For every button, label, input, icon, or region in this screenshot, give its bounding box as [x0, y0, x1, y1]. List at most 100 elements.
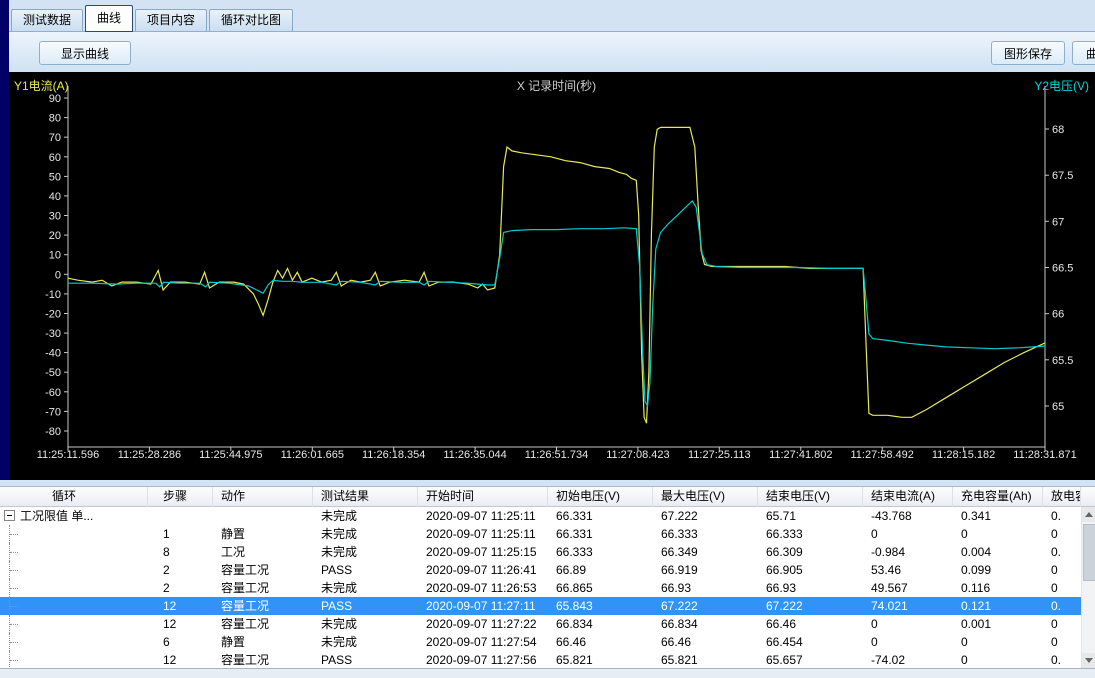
cell: 0.001	[953, 615, 1043, 633]
arrow-down-icon	[1085, 658, 1093, 663]
cell: 0.	[1043, 507, 1081, 525]
cell: 2020-09-07 11:25:11	[418, 507, 548, 525]
column-header[interactable]: 充电容量(Ah)	[953, 487, 1043, 507]
column-header[interactable]: 结束电流(A)	[863, 487, 953, 507]
svg-text:11:25:44.975: 11:25:44.975	[199, 449, 262, 461]
svg-text:60: 60	[49, 152, 61, 164]
tab-测试数据[interactable]: 测试数据	[11, 9, 83, 31]
table-body: 工况限值 单...未完成2020-09-07 11:25:1166.33167.…	[0, 507, 1095, 668]
column-header[interactable]: 循环	[0, 487, 148, 507]
tab-项目内容[interactable]: 项目内容	[135, 9, 207, 31]
chart-plot-area[interactable]: 9080706050403020100-10-20-30-40-50-60-70…	[9, 72, 1095, 480]
svg-text:-20: -20	[45, 309, 61, 321]
cell: 1	[148, 525, 213, 543]
cell: 2020-09-07 11:27:22	[418, 615, 548, 633]
cell: 65.657	[758, 651, 863, 668]
svg-text:11:28:15.182: 11:28:15.182	[932, 449, 995, 461]
cell: 66.46	[548, 633, 653, 651]
table-row[interactable]: 12容量工况未完成2020-09-07 11:27:2266.83466.834…	[0, 615, 1095, 633]
column-header[interactable]: 最大电压(V)	[653, 487, 758, 507]
cell	[0, 597, 148, 615]
results-table: 循环步骤动作测试结果开始时间初始电压(V)最大电压(V)结束电压(V)结束电流(…	[0, 486, 1095, 668]
table-row[interactable]: 2容量工况PASS2020-09-07 11:26:4166.8966.9196…	[0, 561, 1095, 579]
cell: 66.309	[758, 543, 863, 561]
cell: 容量工况	[213, 651, 313, 668]
cell: 65.821	[548, 651, 653, 668]
column-header[interactable]: 开始时间	[418, 487, 548, 507]
tree-connector	[10, 570, 18, 571]
cell: 未完成	[313, 507, 418, 525]
svg-text:-10: -10	[45, 289, 61, 301]
column-header[interactable]: 动作	[213, 487, 313, 507]
collapse-icon[interactable]	[4, 510, 15, 521]
cell: PASS	[313, 597, 418, 615]
table-row[interactable]: 8工况未完成2020-09-07 11:25:1566.33366.34966.…	[0, 543, 1095, 561]
cell	[0, 561, 148, 579]
tab-曲线[interactable]: 曲线	[85, 5, 133, 32]
cell: 未完成	[313, 615, 418, 633]
cell: 67.222	[653, 507, 758, 525]
svg-text:30: 30	[49, 211, 61, 223]
column-header[interactable]: 测试结果	[313, 487, 418, 507]
cell: -43.768	[863, 507, 953, 525]
table-row[interactable]: 12容量工况PASS2020-09-07 11:27:1165.84367.22…	[0, 597, 1095, 615]
cell: 0	[863, 525, 953, 543]
svg-text:-60: -60	[45, 387, 61, 399]
table-row[interactable]: 2容量工况未完成2020-09-07 11:26:5366.86566.9366…	[0, 579, 1095, 597]
cell	[0, 633, 148, 651]
cell: 66.834	[653, 615, 758, 633]
column-header[interactable]: 放电容	[1043, 487, 1081, 507]
cell: 0	[1043, 615, 1081, 633]
cell: 0.	[1043, 651, 1081, 668]
table-row[interactable]: 6静置未完成2020-09-07 11:27:5466.4666.4666.45…	[0, 633, 1095, 651]
column-header[interactable]: 结束电压(V)	[758, 487, 863, 507]
save-graph-button[interactable]: 图形保存	[991, 41, 1065, 65]
cell: -0.984	[863, 543, 953, 561]
cell: 工况限值 单...	[0, 507, 148, 525]
svg-text:10: 10	[49, 250, 61, 262]
svg-text:Y2电压(V): Y2电压(V)	[1034, 79, 1089, 93]
table-row[interactable]: 工况限值 单...未完成2020-09-07 11:25:1166.33167.…	[0, 507, 1095, 525]
cell: 65.821	[653, 651, 758, 668]
table-row[interactable]: 12容量工况PASS2020-09-07 11:27:5665.82165.82…	[0, 651, 1095, 668]
tab-循环对比图[interactable]: 循环对比图	[209, 9, 293, 31]
cell: 65.71	[758, 507, 863, 525]
cell: 容量工况	[213, 561, 313, 579]
column-header[interactable]: 步骤	[148, 487, 213, 507]
cell: 0.116	[953, 579, 1043, 597]
cell: 2020-09-07 11:27:11	[418, 597, 548, 615]
clipped-save-curve-button[interactable]: 曲	[1072, 41, 1095, 65]
toolbar: 显示曲线 图形保存 曲	[9, 32, 1095, 72]
scroll-up-button[interactable]	[1082, 507, 1095, 522]
svg-text:40: 40	[49, 191, 61, 203]
column-header[interactable]: 初始电压(V)	[548, 487, 653, 507]
scroll-down-button[interactable]	[1082, 653, 1095, 668]
cell: 66.331	[548, 525, 653, 543]
cell: 容量工况	[213, 615, 313, 633]
cell: 0	[1043, 525, 1081, 543]
svg-text:-70: -70	[45, 406, 61, 418]
cell	[213, 507, 313, 525]
cell: 66.454	[758, 633, 863, 651]
svg-text:65: 65	[1052, 401, 1064, 413]
cell: 容量工况	[213, 597, 313, 615]
cell: 0.341	[953, 507, 1043, 525]
svg-text:11:25:28.286: 11:25:28.286	[118, 449, 181, 461]
scrollbar-thumb[interactable]	[1083, 524, 1095, 581]
left-edge-strip	[0, 0, 9, 480]
show-curve-button[interactable]: 显示曲线	[39, 41, 131, 65]
cell: 66.46	[758, 615, 863, 633]
cell: 静置	[213, 525, 313, 543]
tab-bar: 测试数据曲线项目内容循环对比图	[9, 0, 1095, 32]
cell: 66.333	[758, 525, 863, 543]
vertical-scrollbar[interactable]	[1081, 507, 1095, 668]
cell	[0, 615, 148, 633]
cell: 66.46	[653, 633, 758, 651]
svg-text:66.5: 66.5	[1052, 263, 1073, 275]
cell: 66.333	[548, 543, 653, 561]
cell	[148, 507, 213, 525]
svg-text:11:27:41.802: 11:27:41.802	[769, 449, 832, 461]
tree-connector	[10, 660, 18, 661]
table-row[interactable]: 1静置未完成2020-09-07 11:25:1166.33166.33366.…	[0, 525, 1095, 543]
svg-text:90: 90	[49, 93, 61, 105]
